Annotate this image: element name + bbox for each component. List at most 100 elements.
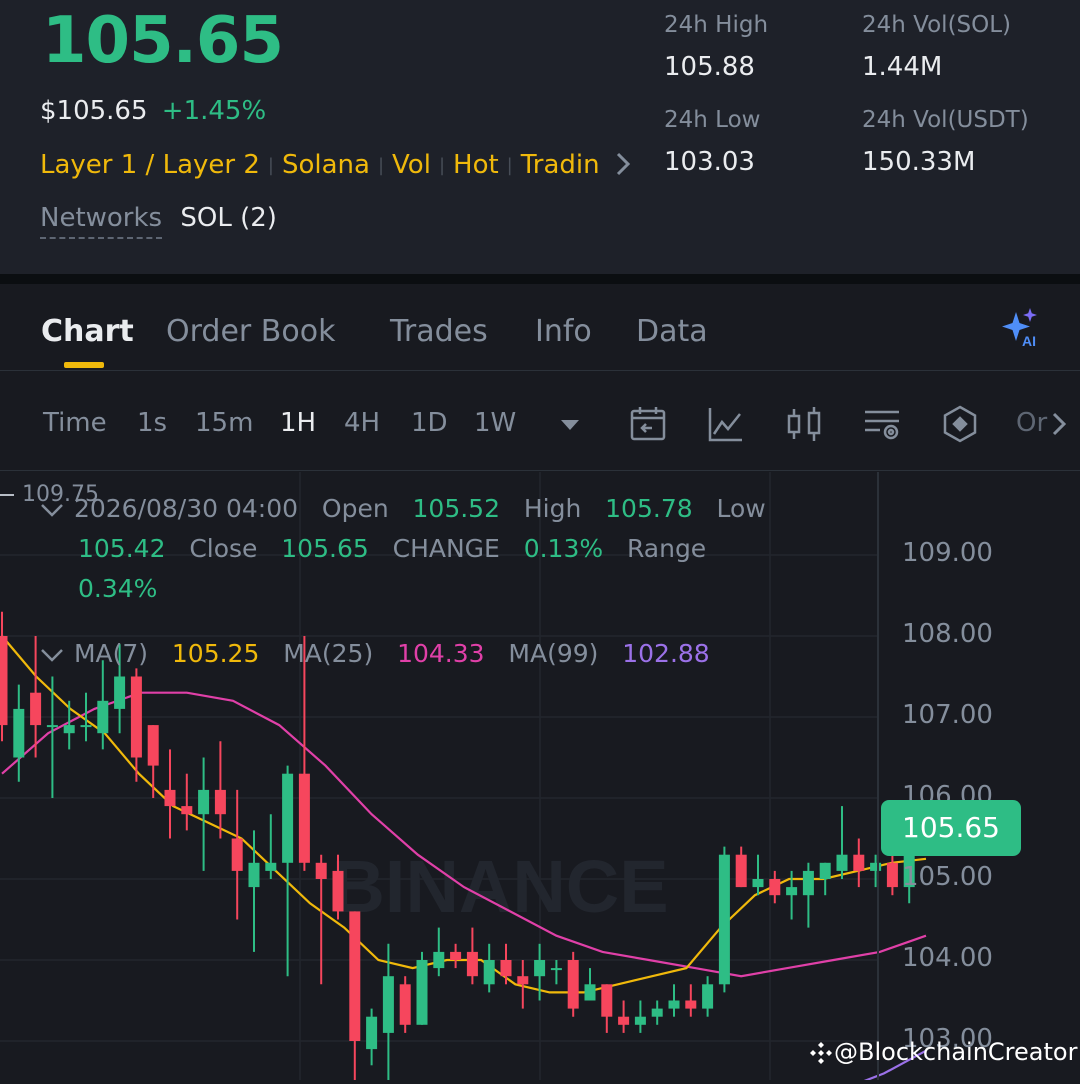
candle: [601, 984, 613, 1033]
ma25-label: MA(25): [283, 639, 374, 668]
candle: [819, 862, 831, 896]
candle: [886, 854, 898, 896]
tag-solana[interactable]: Solana: [282, 150, 370, 180]
tab-trades[interactable]: Trades: [390, 314, 488, 349]
tab-order-book[interactable]: Order Book: [166, 314, 335, 349]
svg-text:AI: AI: [1022, 333, 1036, 349]
candle-body: [752, 879, 764, 888]
candle-body: [450, 951, 462, 960]
last-price-tag: 105.65: [881, 800, 1021, 856]
last-price-large: 105.65: [42, 4, 284, 78]
networks-value: SOL (2): [180, 203, 277, 233]
calendar-icon[interactable]: [628, 404, 668, 444]
candle-body: [399, 984, 411, 1025]
tag-vol[interactable]: Vol: [392, 150, 431, 180]
range-value: 0.34%: [78, 574, 158, 603]
stat-24h-low: 24h Low 103.03: [664, 107, 760, 177]
candle: [853, 838, 865, 888]
candlestick-type-icon[interactable]: [784, 404, 824, 444]
tab-info[interactable]: Info: [535, 314, 592, 349]
candle-body: [382, 976, 394, 1033]
high-label: High: [523, 494, 582, 523]
candle: [517, 960, 529, 1009]
networks-row[interactable]: Networks SOL (2): [40, 203, 277, 239]
indicator-icon[interactable]: [706, 404, 746, 444]
chevron-right-icon[interactable]: [608, 150, 632, 180]
collapse-chevron-icon[interactable]: [38, 494, 66, 523]
tag-separator: |: [506, 154, 513, 176]
candle-body: [416, 960, 428, 1025]
low-label: Low: [716, 494, 766, 523]
candle-body: [30, 692, 42, 726]
credit-text: @BlockchainCreator: [834, 1038, 1078, 1066]
ma99-value: 102.88: [622, 639, 710, 668]
caret-down-icon[interactable]: [556, 404, 584, 444]
section-divider: [0, 274, 1080, 284]
ticker-header: 105.65 $105.65 +1.45% Layer 1 / Layer 2 …: [0, 0, 1080, 274]
usd-price: $105.65: [40, 96, 148, 126]
timeframe-1w[interactable]: 1W: [474, 408, 516, 438]
ohlc-row-2: 105.42 Close 105.65 CHANGE 0.13% Range: [78, 534, 706, 563]
candle: [198, 757, 210, 871]
tab-chart[interactable]: Chart: [41, 314, 134, 349]
binance-watermark: BINANCE: [331, 845, 668, 928]
candle-body: [433, 951, 445, 969]
stat-label: 24h Vol(USDT): [862, 107, 1029, 133]
timeframe-4h[interactable]: 4H: [344, 408, 380, 438]
y-tick-label: 105.00: [902, 862, 993, 892]
stat-value: 103.03: [664, 147, 755, 177]
usd-price-line: $105.65 +1.45%: [40, 96, 266, 126]
candle: [282, 765, 294, 977]
tag-hot[interactable]: Hot: [453, 150, 499, 180]
binance-logo-icon: [808, 1038, 834, 1066]
candle: [651, 1000, 663, 1025]
candle-body: [802, 870, 814, 896]
candle-body: [685, 1000, 697, 1009]
candle-body: [349, 911, 361, 1041]
candle: [399, 976, 411, 1033]
ma7-value: 105.25: [171, 639, 260, 668]
candle-body: [147, 725, 159, 766]
chart-settings-icon[interactable]: [862, 404, 902, 444]
candle-body: [584, 984, 596, 1001]
networks-label[interactable]: Networks: [40, 203, 163, 239]
tag-trading[interactable]: Tradin: [521, 150, 600, 180]
stat-24h-high: 24h High 105.88: [664, 12, 768, 82]
toolbar-overflow-label[interactable]: Or: [1016, 408, 1047, 438]
candle: [231, 789, 243, 920]
low-value: 105.42: [78, 534, 166, 563]
timeframe-1d[interactable]: 1D: [411, 408, 448, 438]
collapse-chevron-icon[interactable]: [38, 639, 66, 668]
chevron-right-icon[interactable]: [1048, 404, 1072, 444]
candle: [366, 1008, 378, 1066]
ma-readout: MA(7) 105.25 MA(25) 104.33 MA(99) 102.88: [38, 639, 710, 668]
timeframe-time[interactable]: Time: [43, 408, 107, 438]
marker-dash: [0, 494, 14, 496]
candle-datetime: 2026/08/30 04:00: [73, 494, 299, 523]
candle-body: [366, 1016, 378, 1050]
timeframe-1h[interactable]: 1H: [280, 408, 316, 438]
candle: [567, 951, 579, 1017]
candle-body: [80, 725, 92, 728]
change-value: 0.13%: [523, 534, 604, 563]
y-tick-label: 109.00: [902, 538, 993, 568]
candle-body: [0, 636, 8, 726]
timeframe-1s[interactable]: 1s: [137, 408, 167, 438]
candle: [584, 968, 596, 1001]
timeframe-15m[interactable]: 15m: [195, 408, 253, 438]
range-label: Range: [626, 534, 707, 563]
candle: [634, 1000, 646, 1033]
tag-separator: |: [267, 154, 274, 176]
candle-body: [164, 789, 176, 807]
candle-body: [853, 854, 865, 871]
stat-label: 24h High: [664, 12, 769, 38]
candle: [315, 854, 327, 985]
candle-body: [282, 773, 294, 863]
ai-sparkle-icon[interactable]: AI: [998, 306, 1044, 352]
candlestick-chart[interactable]: BINANCE 109.75 2026/08/30 04:00 Open 105…: [0, 472, 1080, 1084]
hexagon-tools-icon[interactable]: [940, 404, 980, 444]
candle-body: [769, 879, 781, 896]
tab-data[interactable]: Data: [636, 314, 708, 349]
candle: [618, 1000, 630, 1033]
tag-layer[interactable]: Layer 1 / Layer 2: [40, 150, 260, 180]
